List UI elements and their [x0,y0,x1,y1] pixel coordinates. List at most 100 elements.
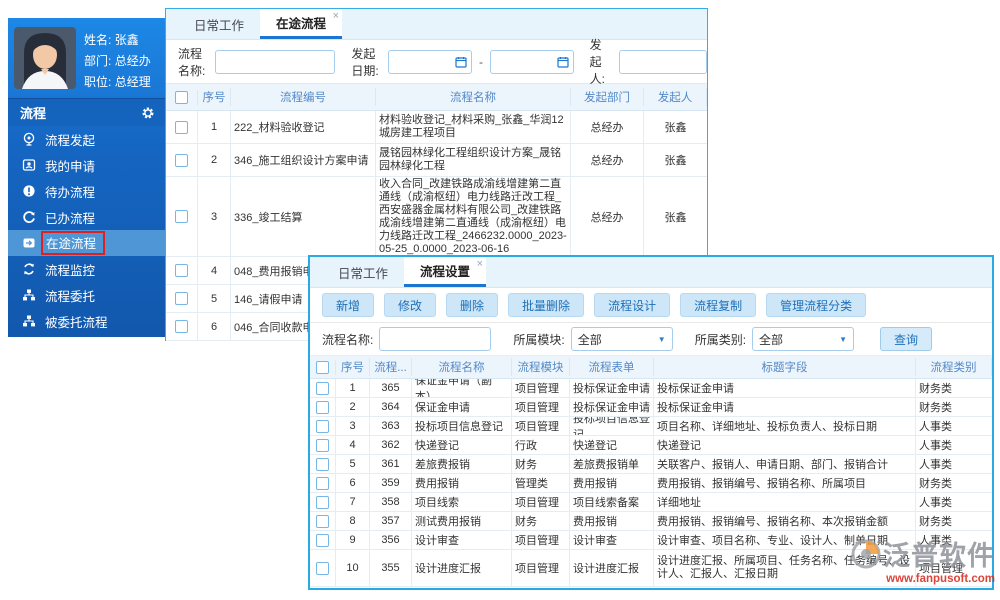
col-initiator: 发起人 [644,88,707,106]
table-row[interactable]: 3 336_竣工结算 收入合同_改建铁路成渝线增建第二直通线（成渝枢纽）电力线路… [166,177,707,257]
module-select[interactable]: 全部 ▼ [570,327,673,351]
row-checkbox[interactable] [316,495,329,509]
sidebar-item-process-initiate[interactable]: 流程发起 [8,126,165,152]
row-checkbox[interactable] [316,438,329,452]
add-button[interactable]: 新增 [322,293,375,317]
cell-form: 项目线索备案 [570,493,654,511]
start-date-to-input[interactable] [489,49,574,74]
cell-form: 差旅费报销单 [570,455,654,473]
process-name-input[interactable] [379,327,492,351]
query-button[interactable]: 查询 [880,327,933,351]
row-checkbox[interactable] [316,561,329,575]
tab-daily-work[interactable]: 日常工作 [178,9,260,39]
table-row[interactable]: 6 359 费用报销 管理类 费用报销 费用报销、报销编号、报销名称、所属项目 … [310,474,992,493]
table-row[interactable]: 1 365 保证金申请（副本） 项目管理 投标保证金申请 投标保证金申请 财务类 [310,379,992,398]
cell-category: 人事类 [919,459,952,471]
cell-title-field: 关联客户、报销人、申请日期、部门、报销合计 [654,455,916,473]
table-row[interactable]: 2 346_施工组织设计方案申请 晟铭园林绿化工程组织设计方案_晟铭园林绿化工程… [166,144,707,177]
sidebar-item-done-processes[interactable]: 已办流程 [8,204,165,230]
cell-no: 6 [198,313,231,340]
row-checkbox[interactable] [175,153,188,167]
table-row[interactable]: 2 364 保证金申请 项目管理 投标保证金申请 投标保证金申请 财务类 [310,398,992,417]
cell-code: 346_施工组织设计方案申请 [231,144,376,176]
cell-code: 363 [370,417,412,435]
cell-no: 1 [198,111,231,143]
table-row[interactable]: 3 363 投标项目信息登记 项目管理 投标项目信息登记 项目名称、详细地址、投… [310,417,992,436]
process-name-input[interactable] [214,49,335,74]
sidebar-item-my-applications[interactable]: 我的申请 [8,152,165,178]
col-name: 流程名称 [412,358,512,376]
row-checkbox[interactable] [316,419,329,433]
close-icon[interactable]: × [333,11,339,22]
cell-no: 2 [198,144,231,176]
col-form: 流程表单 [570,358,654,376]
avatar [14,27,76,89]
sidebar-menu: 流程发起 我的申请 待办流程 已办流程 在途流程 流程监控 流程委托 被委托流程 [8,126,165,334]
row-checkbox[interactable] [316,533,329,547]
row-checkbox[interactable] [316,476,329,490]
fanpu-logo-icon [851,539,881,573]
profile-info: 姓名: 张鑫 部门: 总经办 职位: 总经理 [84,27,151,92]
org-chart-icon [21,288,36,303]
select-all-checkbox[interactable] [175,90,188,104]
gear-icon[interactable] [140,105,155,120]
table-row[interactable]: 8 357 测试费用报销 财务 费用报销 费用报销、报销编号、报销名称、本次报销… [310,512,992,531]
profile-title-label: 职位: [84,75,112,89]
row-checkbox[interactable] [175,264,188,277]
row-checkbox[interactable] [316,400,329,414]
brand-url: www.fanpusoft.com [886,573,995,585]
table-row[interactable]: 7 358 项目线索 项目管理 项目线索备案 详细地址 人事类 [310,493,992,512]
back-window-tabbar: 日常工作 在途流程 × [166,9,707,40]
batch-delete-button[interactable]: 批量删除 [508,293,585,317]
table-row[interactable]: 4 362 快递登记 行政 快递登记 快递登记 人事类 [310,436,992,455]
table-row[interactable]: 1 222_材料验收登记 材料验收登记_材料采购_张鑫_华润12城房建工程项目 … [166,111,707,144]
row-checkbox[interactable] [316,381,329,395]
sidebar-item-delegated-processes[interactable]: 被委托流程 [8,308,165,334]
cell-name: 设计审查 [412,531,512,549]
cell-title-field: 投标保证金申请 [654,398,916,416]
select-all-checkbox[interactable] [316,360,329,374]
row-checkbox[interactable] [175,120,188,134]
start-date-from-input[interactable] [387,49,472,74]
manage-category-button[interactable]: 管理流程分类 [766,293,867,317]
table-row[interactable]: 5 361 差旅费报销 财务 差旅费报销单 关联客户、报销人、申请日期、部门、报… [310,455,992,474]
cell-form: 费用报销 [570,474,654,492]
category-select[interactable]: 全部 ▼ [752,327,855,351]
cell-code: 336_竣工结算 [231,177,376,256]
process-copy-button[interactable]: 流程复制 [680,293,757,317]
sidebar-item-process-monitor[interactable]: 流程监控 [8,256,165,282]
cell-name: 测试费用报销 [412,512,512,530]
delete-button[interactable]: 删除 [446,293,499,317]
edit-button[interactable]: 修改 [384,293,437,317]
close-icon[interactable]: × [477,259,483,270]
tab-process-settings[interactable]: 流程设置 × [404,257,487,287]
cell-module: 项目管理 [512,531,570,549]
sidebar-item-process-delegate[interactable]: 流程委托 [8,282,165,308]
row-checkbox[interactable] [316,514,329,528]
sidebar-item-todo-processes[interactable]: 待办流程 [8,178,165,204]
process-design-button[interactable]: 流程设计 [594,293,671,317]
cell-code: 365 [370,379,412,397]
row-checkbox[interactable] [175,320,188,333]
row-checkbox[interactable] [316,457,329,471]
tab-label: 日常工作 [338,266,389,281]
tab-in-transit-processes[interactable]: 在途流程 × [260,9,343,39]
tab-daily-work[interactable]: 日常工作 [322,257,404,287]
sidebar-item-in-transit-processes[interactable]: 在途流程 [8,230,165,256]
cell-form: 设计审查 [570,531,654,549]
cell-no: 9 [336,531,370,549]
cell-form: 投标保证金申请 [570,398,654,416]
cell-dept: 总经办 [571,111,644,143]
module-selected-value: 全部 [577,332,602,347]
cell-no: 5 [198,285,231,312]
initiator-input[interactable] [619,49,708,74]
sidebar-section-header: 流程 [8,98,165,126]
row-checkbox[interactable] [175,292,188,305]
brand-name: 泛普软件 [883,540,995,571]
profile-dept-value: 总经办 [114,54,151,68]
cell-form: 投标保证金申请 [570,379,654,397]
cell-form: 投标项目信息登记 [570,417,654,435]
row-checkbox[interactable] [175,210,188,223]
cell-module: 项目管理 [512,417,570,435]
cell-name: 投标项目信息登记 [412,417,512,435]
